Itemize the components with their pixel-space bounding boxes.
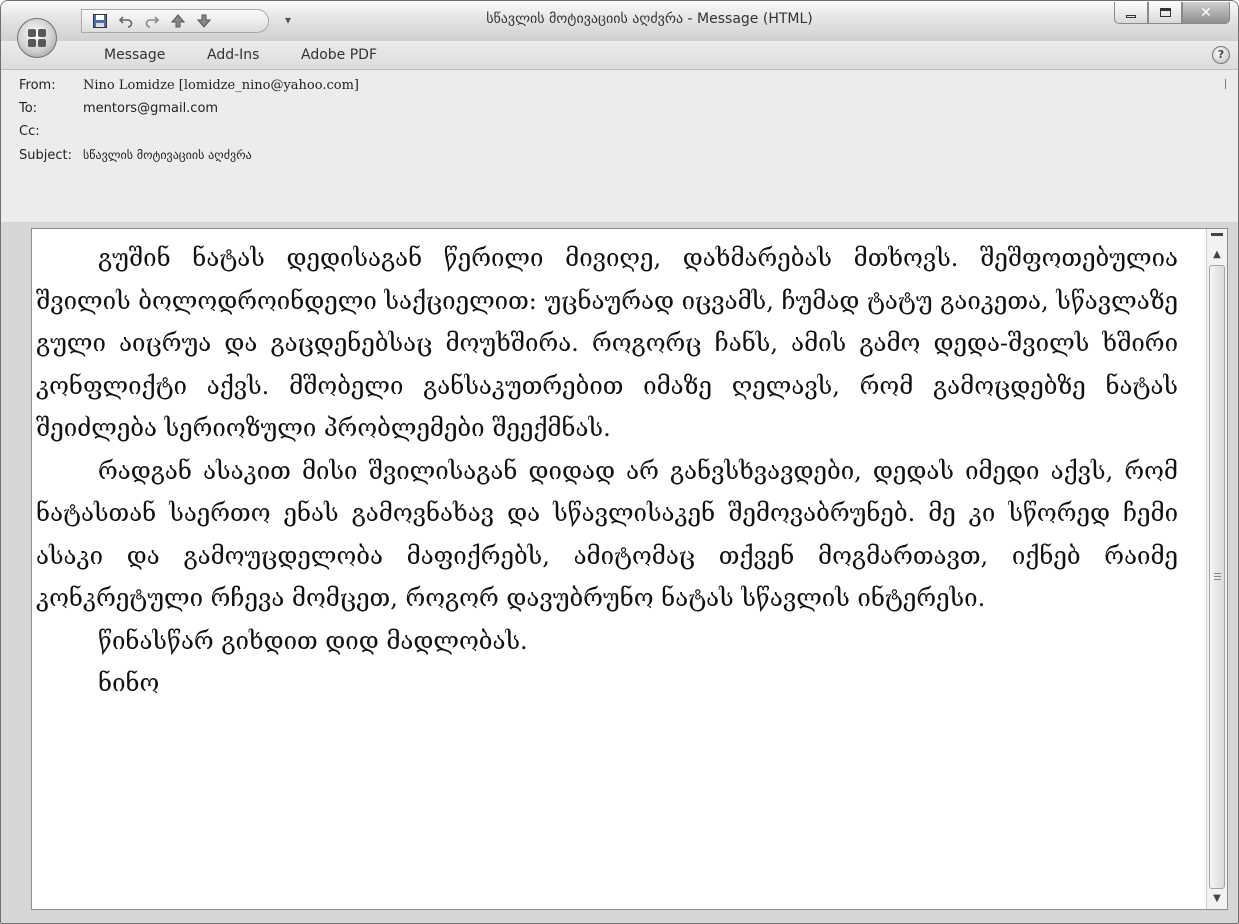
scroll-up-arrow-icon[interactable]: ▲ [1207,245,1227,263]
caption-buttons: ✕ [1114,2,1230,24]
from-label: From: [19,78,56,93]
office-logo-icon [28,29,46,47]
signature: ნინო [98,669,160,697]
close-icon: ✕ [1200,4,1212,21]
close-button[interactable]: ✕ [1182,2,1230,24]
message-body: გუშინ ნატას დედისაგან წერილი მივიღე, დახ… [32,237,1180,705]
body-paragraph-1: გუშინ ნატას დედისაგან წერილი მივიღე, დახ… [36,244,1178,442]
subject-label: Subject: [19,148,72,163]
ribbon-tabs: Message Add-Ins Adobe PDF ? [1,41,1238,70]
body-paragraph-2: რადგან ასაკით მისი შვილისაგან დიდად არ გ… [36,456,1178,613]
minimize-button[interactable] [1114,2,1148,24]
header-divider [1225,79,1226,89]
office-button[interactable] [17,18,57,58]
help-icon[interactable]: ? [1212,46,1230,64]
tab-add-ins[interactable]: Add-Ins [207,47,259,63]
grip-icon [1214,573,1221,580]
to-label: To: [19,101,38,116]
scroll-down-arrow-icon[interactable]: ▼ [1207,889,1227,907]
minimize-icon [1126,15,1136,18]
split-bar[interactable] [1211,233,1223,236]
maximize-icon [1159,8,1171,17]
subject-value: სწავლის მოტივაციის აღძვრა [83,148,252,162]
message-body-pane[interactable]: გუშინ ნატას დედისაგან წერილი მივიღე, დახ… [31,228,1228,910]
subject-row: Subject: სწავლის მოტივაციის აღძვრა [19,148,252,163]
from-value[interactable]: Nino Lomidze [lomidze_nino@yahoo.com] [83,78,359,93]
tab-message[interactable]: Message [104,47,165,63]
to-row: To: mentors@gmail.com [19,101,218,116]
tab-adobe-pdf[interactable]: Adobe PDF [301,47,377,63]
window-title: სწავლის მოტივაციის აღძვრა - Message (HTM… [486,11,813,27]
scroll-thumb[interactable] [1209,265,1225,889]
message-window: ▾ სწავლის მოტივაციის აღძვრა - Message (H… [0,0,1239,924]
title-bar: ▾ სწავლის მოტივაციის აღძვრა - Message (H… [1,1,1238,58]
cc-row: Cc: [19,124,83,139]
to-value[interactable]: mentors@gmail.com [83,101,218,116]
closing-line: წინასწარ გიხდით დიდ მადლობას. [98,626,528,655]
cc-label: Cc: [19,124,40,139]
message-header: From: Nino Lomidze [lomidze_nino@yahoo.co… [1,70,1238,222]
vertical-scrollbar[interactable]: ▲ ▼ [1206,229,1227,909]
from-row: From: Nino Lomidze [lomidze_nino@yahoo.co… [19,78,359,93]
maximize-button[interactable] [1148,2,1182,24]
